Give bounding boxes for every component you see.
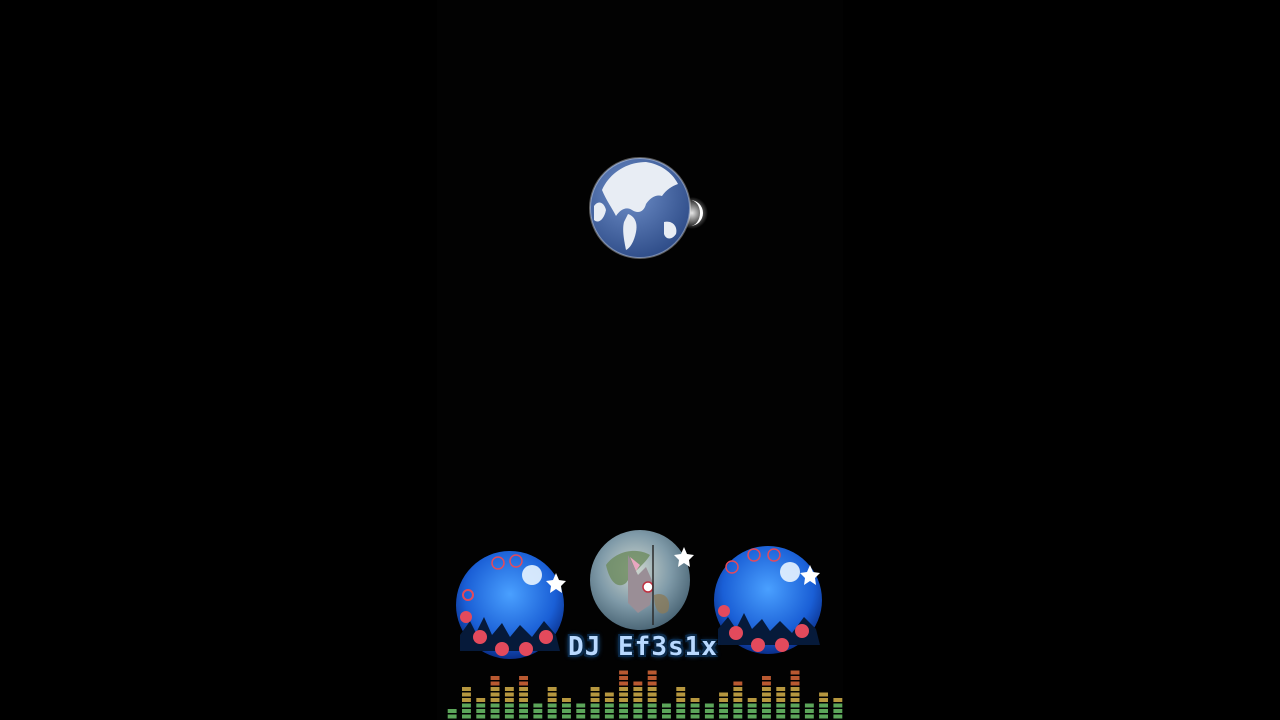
- equalizer-bar: [547, 687, 557, 719]
- equalizer-bar: [519, 676, 528, 719]
- equalizer-bar: [533, 703, 543, 719]
- earth-globe-graphic: [589, 157, 708, 259]
- equalizer-bar: [647, 670, 657, 719]
- equalizer-bar: [476, 698, 486, 719]
- equalizer-bar: [590, 687, 600, 719]
- equalizer-bar: [733, 681, 743, 719]
- equalizer-bar: [576, 703, 586, 719]
- equalizer-bar: [690, 698, 700, 719]
- equalizer-bar: [662, 703, 671, 719]
- equalizer-bar: [819, 692, 828, 719]
- equalizer-bar: [619, 670, 628, 719]
- equalizer-bar: [704, 703, 714, 719]
- earth-globe-icon: [580, 150, 720, 270]
- video-frame: DJ Ef3s1x: [0, 0, 1280, 720]
- equalizer-bar: [790, 670, 800, 719]
- equalizer-bar: [833, 698, 843, 719]
- equalizer-bar: [676, 687, 686, 719]
- equalizer-bar: [504, 687, 514, 719]
- equalizer-bar: [604, 692, 614, 719]
- equalizer-bar: [633, 681, 643, 719]
- audio-equalizer: [445, 665, 845, 720]
- equalizer-bar: [719, 692, 728, 719]
- equalizer-bar: [747, 698, 757, 719]
- equalizer-bar: [762, 676, 771, 719]
- equalizer-bar: [562, 698, 571, 719]
- dj-name-label: DJ Ef3s1x: [568, 632, 718, 662]
- equalizer-bar: [462, 687, 471, 719]
- equalizer-bars: [447, 670, 843, 719]
- equalizer-bar: [490, 676, 500, 719]
- equalizer-bar: [447, 709, 457, 719]
- equalizer-bar: [804, 703, 814, 719]
- center-earth-cat-icon: [590, 530, 694, 630]
- equalizer-bar: [776, 687, 786, 719]
